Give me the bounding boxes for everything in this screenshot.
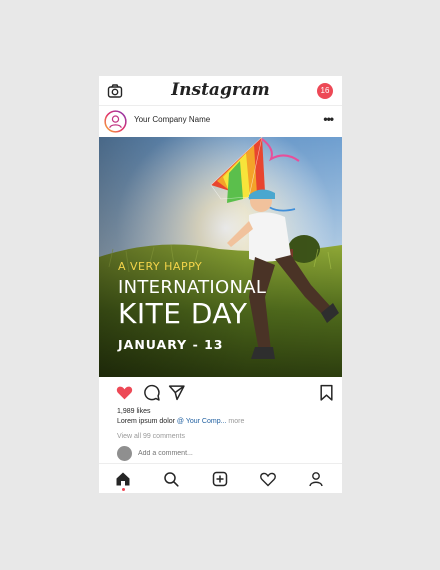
home-icon[interactable] xyxy=(115,471,131,487)
avatar xyxy=(117,446,132,461)
caption: Lorem ipsum dolor @ Your Comp... more xyxy=(117,418,244,425)
top-bar: Instagram 16 xyxy=(99,76,342,106)
caption-more-link[interactable]: more xyxy=(228,418,244,425)
phone-frame: Instagram 16 Your Company Name ••• A VER… xyxy=(99,76,342,493)
avatar[interactable] xyxy=(104,110,127,133)
bottom-nav xyxy=(99,463,342,493)
company-name[interactable]: Your Company Name xyxy=(134,115,210,124)
comment-input[interactable] xyxy=(138,450,288,457)
headline-line-3: KITE DAY xyxy=(118,297,248,330)
caption-tag[interactable]: @ Your Comp... xyxy=(177,418,227,425)
more-dots-icon[interactable]: ••• xyxy=(323,112,334,126)
caption-text: Lorem ipsum dolor xyxy=(117,418,177,425)
post-header: Your Company Name ••• xyxy=(99,106,342,137)
search-icon[interactable] xyxy=(163,471,179,487)
heart-filled-icon[interactable] xyxy=(116,384,133,401)
headline-date: JANUARY - 13 xyxy=(118,337,224,352)
like-count[interactable]: 1,989 likes xyxy=(117,408,150,415)
comment-icon[interactable] xyxy=(143,384,160,401)
post-image: A VERY HAPPY INTERNATIONAL KITE DAY JANU… xyxy=(99,137,342,377)
add-post-icon[interactable] xyxy=(212,471,228,487)
add-comment-row xyxy=(99,444,342,463)
heart-icon[interactable] xyxy=(260,471,276,487)
app-title: Instagram xyxy=(171,80,270,100)
active-indicator xyxy=(122,488,125,491)
headline-line-2: INTERNATIONAL xyxy=(118,277,267,298)
bookmark-icon[interactable] xyxy=(318,384,335,401)
view-comments-link[interactable]: View all 99 comments xyxy=(117,433,185,440)
post-actions xyxy=(99,377,342,407)
headline-line-1: A VERY HAPPY xyxy=(118,260,203,273)
notification-badge[interactable]: 16 xyxy=(317,83,333,99)
profile-icon[interactable] xyxy=(308,471,324,487)
share-icon[interactable] xyxy=(168,384,185,401)
